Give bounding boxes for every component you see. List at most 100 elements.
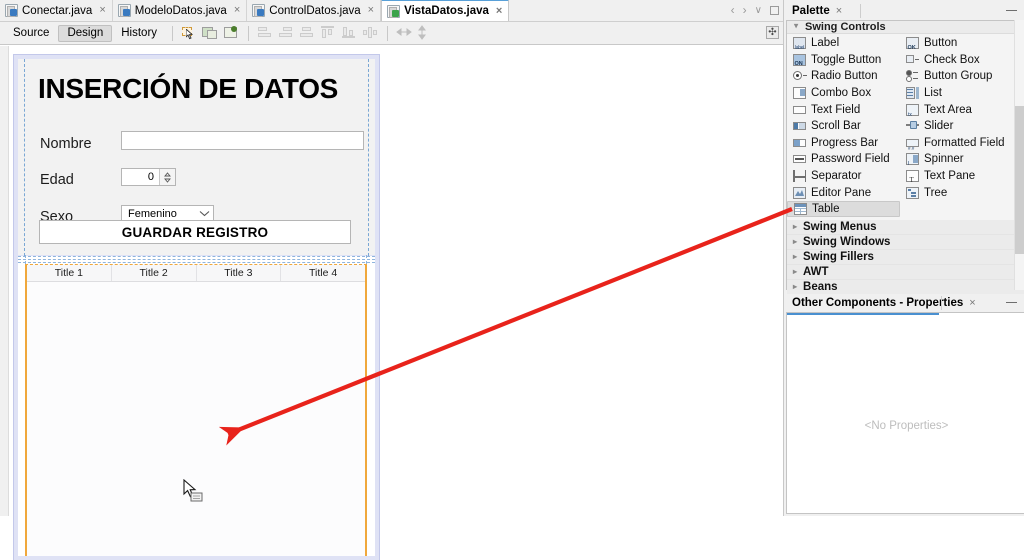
palette-item-slider[interactable]: Slider: [900, 118, 1013, 135]
palette-category-awt[interactable]: ▸ AWT: [787, 265, 1024, 280]
close-icon[interactable]: ×: [496, 6, 502, 17]
scroll-tabs-right-icon[interactable]: ›: [743, 3, 747, 17]
palette-item-button[interactable]: OK Button: [900, 35, 1013, 52]
palette-item-password-field[interactable]: Password Field: [787, 151, 900, 168]
palette-item-progress-bar[interactable]: Progress Bar: [787, 135, 900, 152]
align-left-icon[interactable]: [257, 25, 274, 41]
chevron-right-icon: ▸: [793, 267, 797, 276]
text-field-icon: [793, 104, 806, 116]
palette-item-list[interactable]: List: [900, 85, 1013, 102]
palette-item-toggle-button[interactable]: ON Toggle Button: [787, 52, 900, 69]
palette-item-formatted-field[interactable]: #.# Formatted Field: [900, 135, 1013, 152]
palette-category-beans[interactable]: ▸ Beans: [787, 280, 1024, 295]
palette-item-text: Button Group: [924, 68, 992, 84]
form-panel[interactable]: INSERCIÓN DE DATOS Nombre Edad 0: [18, 59, 375, 256]
palette-window: Palette × ▸ Swing Controls label Label: [786, 2, 1024, 290]
palette-titlebar[interactable]: Palette ×: [786, 2, 1024, 20]
toolbar-separator: [387, 26, 388, 41]
chevron-down-icon[interactable]: [195, 209, 213, 219]
align-bottom-icon[interactable]: [341, 25, 358, 41]
close-icon[interactable]: ×: [234, 5, 240, 16]
connection-mode-icon[interactable]: [223, 25, 240, 41]
palette-item-text: Slider: [924, 118, 953, 134]
palette-category-swing-controls[interactable]: ▸ Swing Controls: [787, 21, 1024, 34]
maximize-window-icon[interactable]: [770, 6, 779, 15]
palette-category-swing-menus[interactable]: ▸ Swing Menus: [787, 220, 1024, 235]
toolbar-separator: [172, 26, 173, 41]
tab-list-dropdown-icon[interactable]: ∨: [755, 5, 762, 16]
palette-row: Scroll Bar Slider: [787, 118, 1024, 135]
file-tab-modelodatos[interactable]: ModeloDatos.java ×: [113, 0, 248, 21]
properties-active-indicator: [787, 313, 939, 315]
palette-item-text: Password Field: [811, 151, 890, 167]
palette-row: Combo Box List: [787, 85, 1024, 102]
minimize-icon[interactable]: [1006, 10, 1017, 11]
design-table[interactable]: Title 1 Title 2 Title 3 Title 4: [25, 264, 367, 556]
table-column-header[interactable]: Title 4: [281, 265, 365, 281]
edad-spinner[interactable]: 0: [121, 168, 176, 186]
button-group-icon: [906, 70, 919, 82]
editor-toolbar: Source Design History: [0, 22, 783, 45]
tab-source[interactable]: Source: [4, 25, 58, 42]
nombre-input[interactable]: [121, 131, 364, 150]
palette-item-text-pane[interactable]: T Text Pane: [900, 168, 1013, 185]
palette-item-text: Separator: [811, 168, 862, 184]
palette-category-swing-fillers[interactable]: ▸ Swing Fillers: [787, 250, 1024, 265]
table-column-header[interactable]: Title 3: [197, 265, 282, 281]
resize-horizontal-icon[interactable]: [396, 25, 413, 41]
palette-item-button-group[interactable]: Button Group: [900, 68, 1013, 85]
palette-item-separator[interactable]: Separator: [787, 168, 900, 185]
file-tab-vistadatos[interactable]: VistaDatos.java ×: [381, 0, 509, 21]
minimize-icon[interactable]: [1006, 302, 1017, 303]
align-right-icon[interactable]: [278, 25, 295, 41]
category-label: Swing Fillers: [803, 251, 874, 263]
selection-tool-icon[interactable]: [181, 25, 198, 41]
palette-scrollbar[interactable]: [1014, 20, 1024, 290]
canvas-left-gutter: [0, 46, 9, 516]
palette-item-text: Combo Box: [811, 85, 871, 101]
preview-design-icon[interactable]: [202, 25, 219, 41]
table-column-header[interactable]: Title 1: [27, 265, 112, 281]
palette-item-editor-pane[interactable]: Editor Pane: [787, 184, 900, 201]
palette-item-spinner[interactable]: I Spinner: [900, 151, 1013, 168]
table-column-header[interactable]: Title 2: [112, 265, 197, 281]
palette-item-text-area[interactable]: tx Text Area: [900, 101, 1013, 118]
palette-category-swing-windows[interactable]: ▸ Swing Windows: [787, 235, 1024, 250]
palette-scrollbar-thumb[interactable]: [1015, 106, 1024, 254]
file-tab-controldatos[interactable]: ControlDatos.java ×: [247, 0, 381, 21]
category-label: Swing Windows: [803, 236, 890, 248]
palette-item-text: Text Pane: [924, 168, 975, 184]
table-body[interactable]: [27, 282, 365, 556]
design-canvas[interactable]: INSERCIÓN DE DATOS Nombre Edad 0: [0, 46, 783, 516]
palette-item-combo-box[interactable]: Combo Box: [787, 85, 900, 102]
palette-item-scroll-bar[interactable]: Scroll Bar: [787, 118, 900, 135]
palette-item-check-box[interactable]: Check Box: [900, 52, 1013, 69]
file-tab-conectar[interactable]: Conectar.java ×: [0, 0, 113, 21]
close-icon[interactable]: ×: [836, 5, 842, 17]
align-top-icon[interactable]: [320, 25, 337, 41]
palette-item-radio-button[interactable]: Radio Button: [787, 68, 900, 85]
palette-item-tree[interactable]: Tree: [900, 184, 1013, 201]
text-area-icon: tx: [906, 104, 919, 116]
close-icon[interactable]: ×: [368, 5, 374, 16]
properties-titlebar[interactable]: Other Components - Properties ×: [786, 294, 1024, 312]
titlebar-divider: [941, 296, 942, 310]
progress-bar-icon: [793, 137, 806, 149]
close-icon[interactable]: ×: [99, 5, 105, 16]
scroll-tabs-left-icon[interactable]: ‹: [731, 3, 735, 17]
align-center-vertical-icon[interactable]: [362, 25, 379, 41]
align-center-horizontal-icon[interactable]: [299, 25, 316, 41]
resize-vertical-icon[interactable]: [417, 25, 434, 41]
palette-row: Separator T Text Pane: [787, 168, 1024, 185]
guardar-registro-button[interactable]: GUARDAR REGISTRO: [39, 220, 351, 244]
palette-item-text-field[interactable]: Text Field: [787, 101, 900, 118]
properties-body[interactable]: <No Properties>: [786, 312, 1024, 514]
palette-item-table[interactable]: Table: [787, 201, 900, 217]
toolbar-separator: [248, 26, 249, 41]
tab-design[interactable]: Design: [58, 25, 112, 42]
expand-toolbar-icon[interactable]: ✣: [766, 26, 779, 39]
close-icon[interactable]: ×: [969, 297, 975, 309]
tab-history[interactable]: History: [112, 25, 166, 42]
palette-item-label[interactable]: label Label: [787, 35, 900, 52]
spinner-arrows-icon[interactable]: [159, 169, 175, 185]
